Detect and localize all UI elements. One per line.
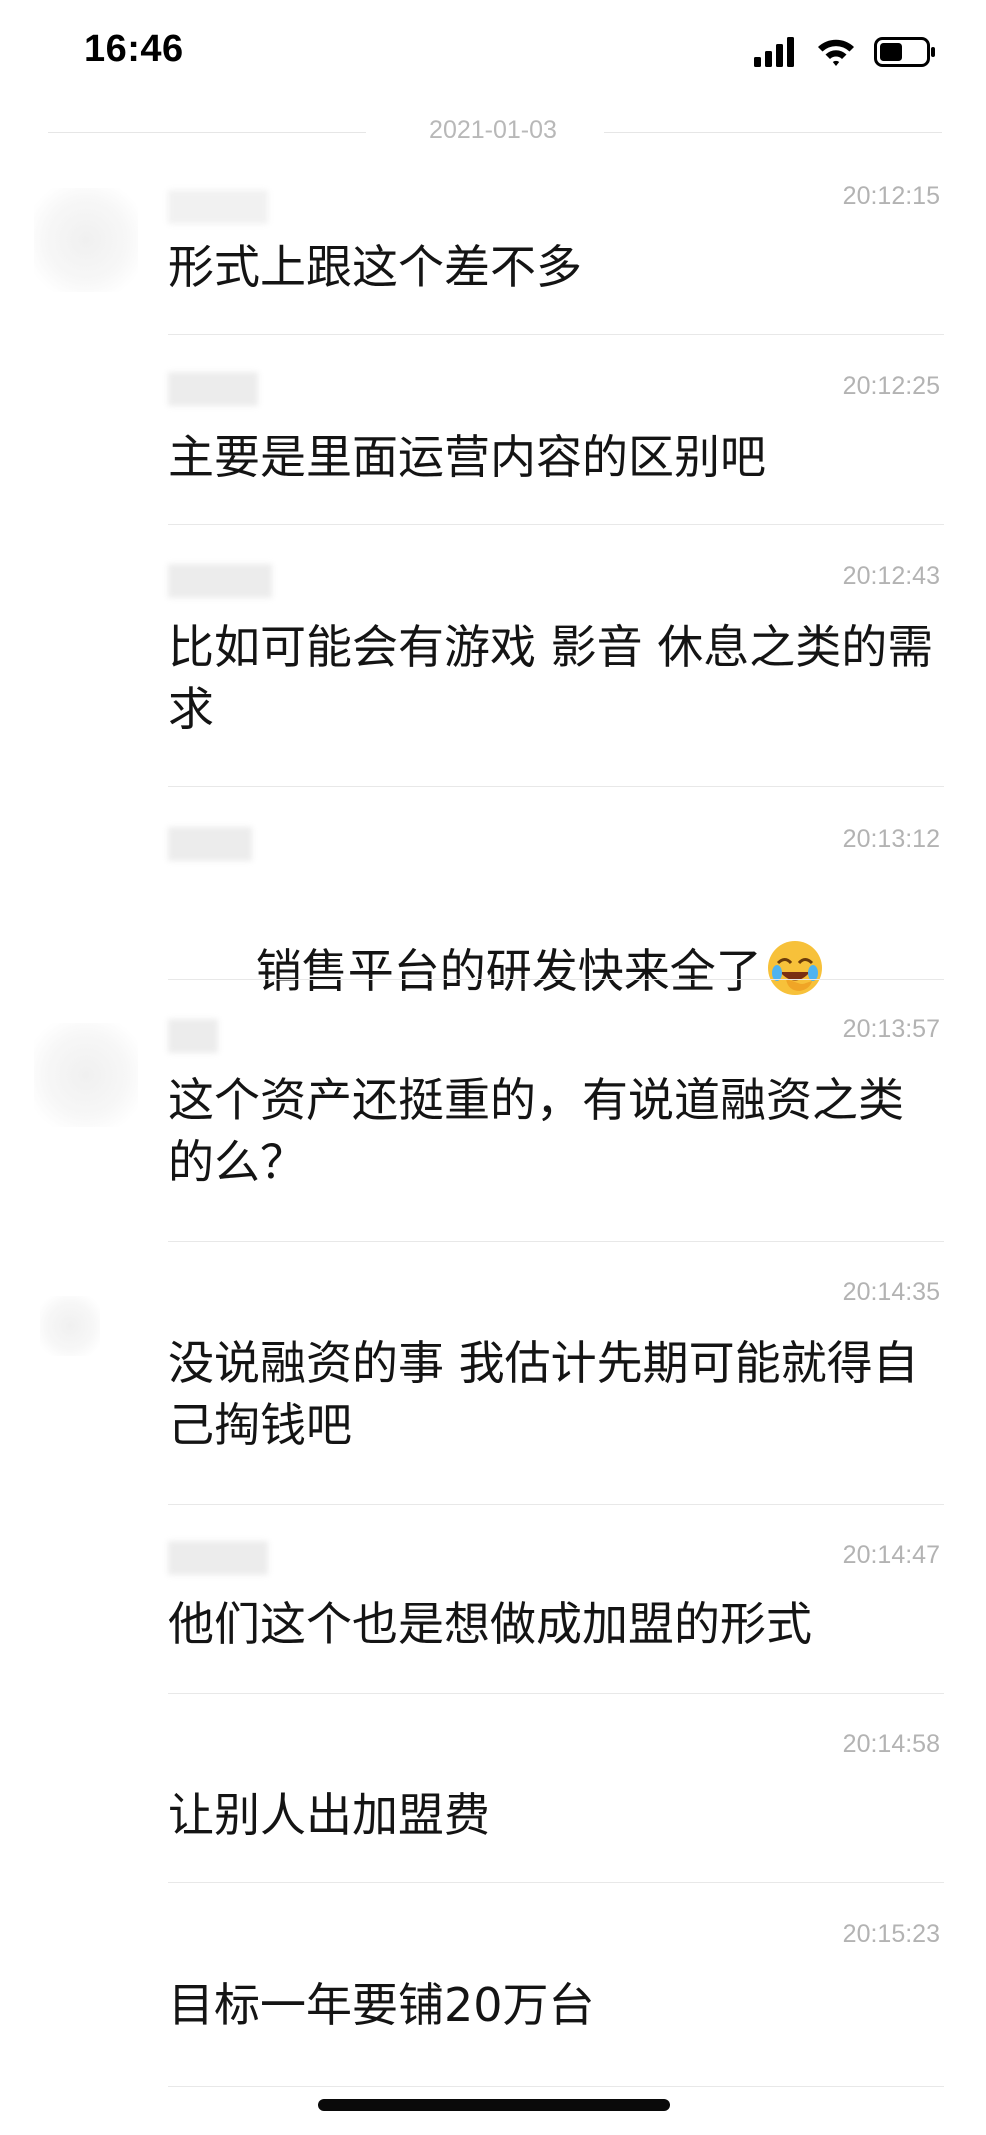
home-indicator[interactable] — [318, 2099, 670, 2111]
message-separator — [168, 524, 944, 525]
message-text-content: 销售平台的研发快来全了 — [255, 944, 762, 998]
chat-message[interactable]: 20:14:58 让别人出加盟费 — [0, 1720, 986, 1883]
sender-avatar[interactable] — [40, 1296, 100, 1356]
chat-message[interactable]: 20:12:15 形式上跟这个差不多 — [0, 172, 986, 335]
sender-name-redacted — [168, 1541, 268, 1575]
sender-name-redacted — [168, 372, 258, 406]
message-time: 20:15:23 — [842, 1920, 940, 1948]
message-separator — [168, 1241, 944, 1242]
message-time: 20:12:43 — [842, 562, 940, 590]
divider-line-right — [604, 132, 942, 133]
sender-name-redacted — [168, 827, 252, 861]
chat-message[interactable]: 20:13:57 这个资产还挺重的，有说道融资之类的么？ — [0, 1005, 986, 1242]
date-divider: 2021-01-03 — [0, 112, 986, 152]
status-bar: 16:46 — [0, 0, 986, 110]
message-text: 没说融资的事 我估计先期可能就得自己掏钱吧 — [168, 1336, 919, 1452]
chat-message[interactable]: 20:13:12 销售平台的研发快来全了 — [0, 815, 986, 998]
message-time: 20:12:15 — [842, 182, 940, 210]
wifi-icon — [816, 37, 856, 71]
chat-message[interactable]: 20:14:47 他们这个也是想做成加盟的形式 — [0, 1531, 986, 1694]
sender-avatar[interactable] — [34, 188, 138, 292]
sender-name-redacted — [168, 1019, 218, 1053]
message-time: 20:13:12 — [842, 825, 940, 853]
message-separator — [168, 1882, 944, 1883]
chat-message[interactable]: 20:12:43 比如可能会有游戏 影音 休息之类的需求 — [0, 552, 986, 787]
chat-history-screen: 16:46 2021-01-03 20:12:15 形式上跟这个差不多 20:1… — [0, 0, 986, 2135]
message-separator — [168, 1693, 944, 1694]
message-time: 20:12:25 — [842, 372, 940, 400]
message-time: 20:14:35 — [842, 1278, 940, 1306]
battery-icon — [874, 37, 936, 71]
face-palm-laughing-emoji-icon — [766, 939, 824, 997]
message-text: 主要是里面运营内容的区别吧 — [168, 430, 766, 484]
cellular-signal-icon — [754, 37, 798, 71]
message-text: 比如可能会有游戏 影音 休息之类的需求 — [168, 620, 934, 736]
message-text: 让别人出加盟费 — [168, 1788, 490, 1842]
message-text: 他们这个也是想做成加盟的形式 — [168, 1597, 812, 1651]
chat-message[interactable]: 20:14:35 没说融资的事 我估计先期可能就得自己掏钱吧 — [0, 1268, 986, 1505]
status-icons — [754, 36, 936, 72]
status-time: 16:46 — [84, 28, 184, 70]
date-label: 2021-01-03 — [429, 116, 557, 144]
chat-message[interactable]: 20:12:25 主要是里面运营内容的区别吧 — [0, 362, 986, 525]
sender-name-redacted — [168, 190, 268, 224]
chat-message[interactable]: 20:15:23 目标一年要铺20万台 — [0, 1910, 986, 2087]
message-time: 20:13:57 — [842, 1015, 940, 1043]
message-separator — [168, 786, 944, 787]
sender-name-redacted — [168, 564, 272, 598]
sender-avatar[interactable] — [34, 1023, 138, 1127]
message-time: 20:14:47 — [842, 1541, 940, 1569]
message-time: 20:14:58 — [842, 1730, 940, 1758]
message-text: 形式上跟这个差不多 — [168, 240, 582, 294]
message-separator — [168, 1504, 944, 1505]
message-separator — [168, 2086, 944, 2087]
message-text: 这个资产还挺重的，有说道融资之类的么？ — [168, 1073, 904, 1189]
message-separator — [168, 334, 944, 335]
message-separator — [168, 979, 944, 980]
message-text: 目标一年要铺20万台 — [168, 1978, 595, 2032]
